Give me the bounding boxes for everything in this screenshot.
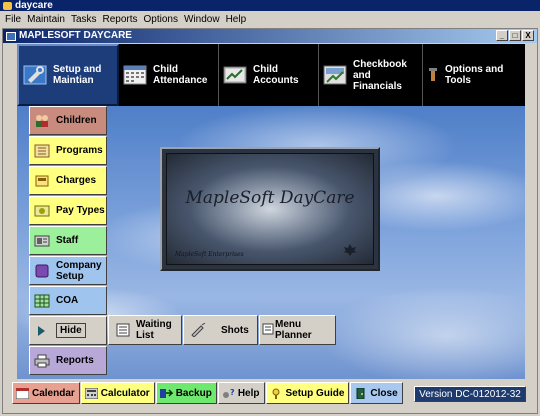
programs-icon [34, 144, 50, 158]
window-titlebar: MAPLESOFT DAYCARE _ □ X [3, 29, 537, 43]
backup-label: Backup [175, 387, 212, 399]
sidebar-label: Reports [56, 355, 94, 366]
sidebar-coa-button[interactable]: COA [29, 286, 107, 315]
nav-label: Child Attendance [153, 64, 208, 86]
checkbook-icon [323, 64, 347, 86]
sidebar-label: Children [56, 115, 97, 126]
window-icon [6, 31, 16, 41]
sidebar-pay-types-button[interactable]: Pay Types [29, 196, 107, 225]
sidebar-hide-button[interactable]: Hide [29, 316, 107, 345]
close-label: Close [370, 387, 398, 399]
app-icon [3, 1, 12, 10]
logo-title: MapleSoft DayCare [185, 188, 355, 208]
help-button[interactable]: ? Help [217, 382, 265, 404]
app-titlebar: daycare [0, 0, 540, 11]
sidebar-label: Company Setup [56, 259, 102, 282]
menu-tasks[interactable]: Tasks [68, 14, 100, 25]
nav-label: Setup and Maintian [53, 64, 102, 86]
setup-guide-button[interactable]: Setup Guide [265, 382, 350, 404]
list-icon [115, 323, 131, 337]
sidebar-label: Staff [56, 235, 79, 246]
close-button[interactable]: Close [350, 382, 403, 404]
sidebar-label: COA [56, 295, 79, 306]
sidebar-children-button[interactable]: Children [29, 106, 107, 135]
sidebar-label: Programs [56, 145, 103, 156]
ledger-icon [223, 64, 247, 86]
calculator-button[interactable]: Calculator [80, 382, 155, 404]
menu-bar: File Maintain Tasks Reports Options Wind… [0, 11, 540, 27]
children-icon [34, 114, 50, 128]
sidebar-staff-button[interactable]: Staff [29, 226, 107, 255]
menu-icon [262, 323, 274, 337]
window-title: MAPLESOFT DAYCARE [19, 30, 132, 41]
nav-options-and-tools[interactable]: Options and Tools [423, 44, 525, 106]
pay-types-icon [34, 204, 50, 218]
top-nav: Setup and Maintian Child Attendance Chil… [17, 44, 525, 106]
door-icon [354, 387, 367, 399]
sidebar-label: Charges [56, 175, 97, 186]
sidebar-charges-button[interactable]: Charges [29, 166, 107, 195]
version-label: Version DC-012012-32 [414, 386, 526, 402]
calendar-icon [15, 387, 30, 399]
guide-icon [270, 388, 283, 399]
sidebar-label: Pay Types [56, 205, 105, 216]
menu-options[interactable]: Options [141, 14, 181, 25]
printer-icon [34, 354, 50, 368]
close-window-button[interactable]: X [522, 30, 534, 41]
calendar-icon [123, 64, 147, 86]
staff-icon [34, 234, 50, 248]
app-logo-panel: MapleSoft DayCare MapleSoft Enterprises [160, 147, 380, 271]
backup-button[interactable]: Backup [155, 382, 217, 404]
bottom-toolbar: Calendar Calculator Backup ? Help Setup … [12, 382, 403, 404]
menu-window[interactable]: Window [181, 14, 223, 25]
syringe-icon [190, 322, 206, 338]
sidebar-reports-button[interactable]: Reports [29, 346, 107, 375]
maple-leaf-icon [343, 244, 357, 256]
sidebar-company-setup-button[interactable]: Company Setup [29, 256, 107, 285]
menu-reports[interactable]: Reports [100, 14, 141, 25]
tools-icon [427, 64, 439, 86]
calculator-label: Calculator [100, 387, 150, 399]
sidebar-programs-button[interactable]: Programs [29, 136, 107, 165]
app-title: daycare [15, 0, 53, 11]
setup-guide-label: Setup Guide [285, 387, 345, 399]
backup-icon [159, 388, 174, 399]
coa-icon [34, 294, 50, 308]
charges-icon [34, 174, 50, 188]
company-setup-icon [34, 264, 50, 278]
shots-label: Shots [221, 324, 249, 336]
waiting-list-label: Waiting List [136, 319, 172, 341]
menu-help[interactable]: Help [223, 14, 250, 25]
waiting-list-button[interactable]: Waiting List [108, 315, 182, 345]
wrench-icon [23, 64, 47, 86]
nav-setup-and-maintian[interactable]: Setup and Maintian [17, 44, 119, 106]
nav-label: Checkbook and Financials [353, 58, 407, 92]
nav-child-attendance[interactable]: Child Attendance [119, 44, 219, 106]
calendar-label: Calendar [32, 387, 75, 399]
maximize-button[interactable]: □ [509, 30, 521, 41]
help-icon: ? [222, 388, 235, 399]
menu-file[interactable]: File [2, 14, 24, 25]
menu-planner-label: Menu Planner [275, 319, 312, 341]
logo-subtitle: MapleSoft Enterprises [175, 251, 244, 258]
nav-checkbook-and-financials[interactable]: Checkbook and Financials [319, 44, 423, 106]
minimize-button[interactable]: _ [496, 30, 508, 41]
svg-text:?: ? [230, 388, 235, 397]
menu-maintain[interactable]: Maintain [24, 14, 68, 25]
nav-child-accounts[interactable]: Child Accounts [219, 44, 319, 106]
sidebar-label: Hide [56, 323, 86, 338]
calculator-icon [84, 387, 99, 399]
nav-label: Options and Tools [445, 64, 504, 86]
help-label: Help [237, 387, 260, 399]
play-arrow-icon [34, 324, 50, 338]
menu-planner-button[interactable]: Menu Planner [259, 315, 336, 345]
shots-button[interactable]: Shots [183, 315, 258, 345]
nav-label: Child Accounts [253, 64, 299, 86]
calendar-button[interactable]: Calendar [12, 382, 80, 404]
